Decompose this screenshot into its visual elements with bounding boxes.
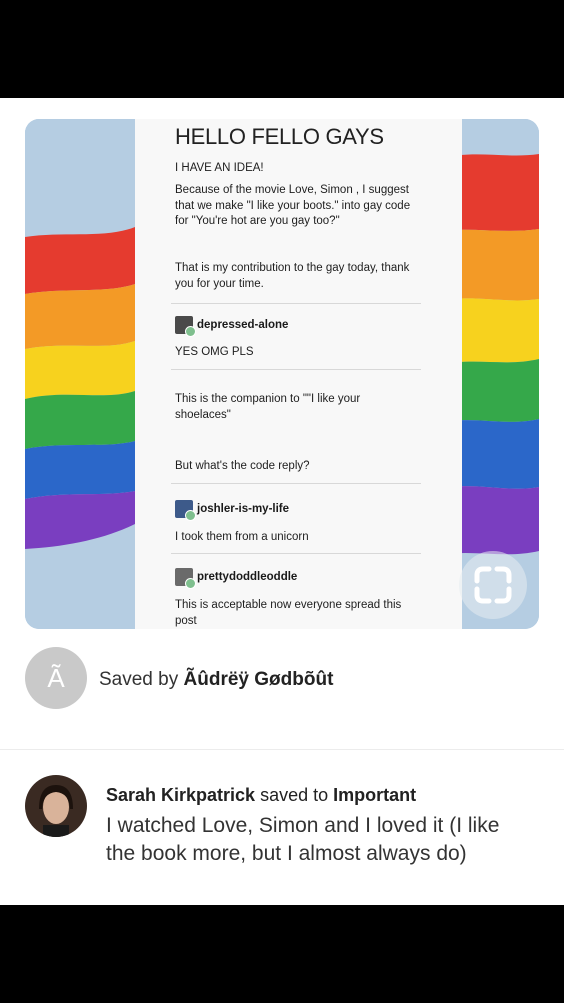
comment-header: Sarah Kirkpatrick saved to Important	[106, 785, 416, 806]
reply-3-text: This is acceptable now everyone spread t…	[175, 599, 402, 627]
reply-user-2-name: joshler-is-my-life	[197, 503, 290, 515]
post-separator	[171, 483, 421, 484]
tumblr-post-screenshot: HELLO FELLO GAYS I HAVE AN IDEA! Because…	[135, 119, 462, 629]
post-separator	[171, 369, 421, 370]
comment-verb: saved to	[260, 785, 329, 805]
reply-user-2: joshler-is-my-life	[175, 500, 290, 521]
top-black-bar	[0, 0, 564, 98]
visual-search-button[interactable]	[459, 551, 527, 619]
reply-user-3: prettydoddleoddle	[175, 568, 298, 589]
reply-1-text: YES OMG PLS	[175, 346, 254, 358]
saved-by-prefix: Saved by	[99, 669, 179, 690]
saved-by-text: Saved by Ãûdrëÿ Gødbõût	[99, 669, 333, 691]
pin-content: HELLO FELLO GAYS I HAVE AN IDEA! Because…	[0, 98, 564, 905]
bottom-black-bar	[0, 905, 564, 1003]
reply-user-1-name: depressed-alone	[197, 319, 289, 331]
reply-2-text: I took them from a unicorn	[175, 531, 309, 543]
visual-search-icon	[474, 566, 512, 604]
saved-by-row[interactable]: Ã Saved by Ãûdrëÿ Gødbõût	[25, 635, 539, 711]
comment-user-name[interactable]: Sarah Kirkpatrick	[106, 785, 255, 805]
post-separator	[171, 553, 421, 554]
post-line-idea: I HAVE AN IDEA!	[175, 162, 264, 174]
saved-by-user[interactable]: Ãûdrëÿ Gødbõût	[184, 669, 334, 690]
section-divider	[0, 749, 564, 750]
pin-image[interactable]: HELLO FELLO GAYS I HAVE AN IDEA! Because…	[25, 119, 539, 629]
reply-user-3-name: prettydoddleoddle	[197, 571, 298, 583]
post-paragraph-2: That is my contribution to the gay today…	[175, 262, 410, 290]
reply-user-1: depressed-alone	[175, 316, 289, 337]
saved-by-avatar[interactable]: Ã	[25, 647, 87, 709]
reply-user-3-avatar	[175, 568, 196, 589]
comment-board-name[interactable]: Important	[333, 785, 416, 805]
comment-user-avatar[interactable]	[25, 775, 87, 837]
post-title: HELLO FELLO GAYS	[175, 124, 384, 149]
reply-1-text-2: This is the companion to ""I like your s…	[175, 393, 361, 421]
reply-user-1-avatar	[175, 316, 196, 337]
user-photo-avatar	[25, 775, 87, 837]
reply-1-text-3: But what's the code reply?	[175, 460, 310, 472]
post-paragraph-1: Because of the movie Love, Simon , I sug…	[175, 184, 411, 227]
post-separator	[171, 303, 421, 304]
reply-user-2-avatar	[175, 500, 196, 521]
comment-text: I watched Love, Simon and I loved it (I …	[106, 814, 500, 865]
